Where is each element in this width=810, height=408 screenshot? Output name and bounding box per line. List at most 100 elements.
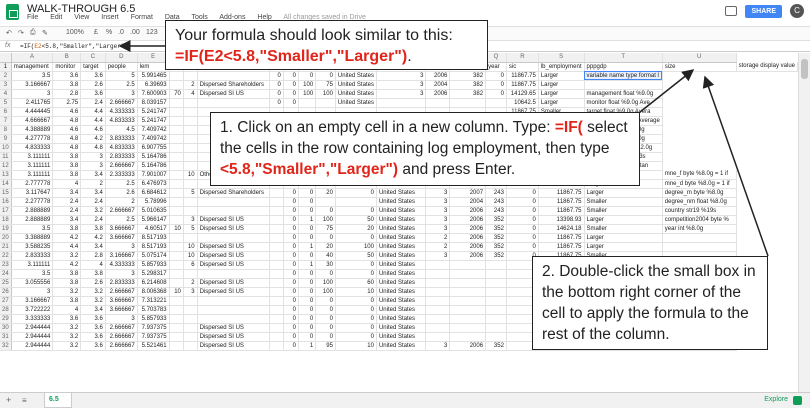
table-cell[interactable] — [197, 296, 270, 306]
table-cell[interactable]: 3 — [425, 197, 451, 207]
table-cell[interactable] — [197, 206, 270, 216]
table-cell[interactable] — [485, 98, 507, 108]
table-cell[interactable]: 352 — [485, 242, 507, 252]
table-cell[interactable]: 2.6 — [80, 278, 106, 288]
table-cell[interactable]: 2.4 — [80, 215, 106, 225]
selected-cell[interactable]: variable name type format l — [584, 71, 663, 81]
table-cell[interactable]: 6.39693 — [137, 80, 170, 90]
table-cell[interactable]: Smaller — [584, 197, 663, 207]
table-cell[interactable] — [449, 332, 487, 342]
table-cell[interactable] — [269, 233, 284, 243]
table-cell[interactable]: 0 — [315, 71, 336, 81]
redo-icon[interactable]: ↷ — [18, 29, 24, 37]
table-cell[interactable] — [183, 206, 198, 216]
scrollbar-thumb[interactable] — [801, 59, 808, 79]
table-cell[interactable] — [584, 80, 663, 90]
header-cell[interactable]: sic — [506, 62, 539, 72]
table-cell[interactable]: 3.8 — [80, 224, 106, 234]
table-cell[interactable]: 10 — [335, 341, 377, 351]
table-cell[interactable] — [269, 251, 284, 261]
table-cell[interactable] — [269, 269, 284, 279]
table-cell[interactable] — [425, 98, 451, 108]
table-cell[interactable]: 3 — [11, 287, 54, 297]
sheet-tab-6-5[interactable]: 6.5 — [44, 393, 72, 408]
table-cell[interactable]: 4.277778 — [11, 134, 54, 144]
table-cell[interactable]: 0 — [335, 260, 377, 270]
header-cell[interactable]: monitor — [52, 62, 82, 72]
row-header[interactable]: 15 — [0, 188, 12, 198]
table-cell[interactable]: 5.075174 — [137, 251, 170, 261]
table-cell[interactable]: 0 — [298, 224, 317, 234]
table-cell[interactable]: 5.010635 — [137, 206, 170, 216]
table-cell[interactable]: 2006 — [425, 71, 451, 81]
table-cell[interactable]: 2.4 — [80, 197, 106, 207]
row-header[interactable]: 30 — [0, 323, 12, 333]
table-cell[interactable] — [485, 269, 507, 279]
column-header[interactable]: B — [52, 53, 82, 63]
table-cell[interactable]: United States — [335, 80, 377, 90]
table-cell[interactable]: 3.666667 — [105, 305, 138, 315]
table-cell[interactable]: 3.8 — [52, 80, 82, 90]
table-cell[interactable]: management float %9.0g — [584, 89, 663, 99]
table-cell[interactable]: 243 — [485, 206, 507, 216]
table-cell[interactable] — [169, 323, 184, 333]
table-cell[interactable]: 382 — [449, 80, 487, 90]
row-header[interactable]: 32 — [0, 341, 12, 351]
table-cell[interactable] — [169, 71, 184, 81]
table-cell[interactable]: 11867.75 — [538, 188, 585, 198]
row-header[interactable]: 13 — [0, 170, 12, 180]
table-cell[interactable]: 3 — [425, 251, 451, 261]
table-cell[interactable]: 3.8 — [52, 269, 82, 279]
table-cell[interactable]: 4.2 — [80, 233, 106, 243]
table-cell[interactable] — [169, 233, 184, 243]
explore-button[interactable]: Explore — [764, 396, 788, 403]
table-cell[interactable]: Larger — [584, 215, 663, 225]
table-cell[interactable] — [183, 305, 198, 315]
table-cell[interactable]: 14624.18 — [538, 224, 585, 234]
table-cell[interactable]: United States — [376, 296, 427, 306]
table-cell[interactable]: 8.039157 — [137, 98, 170, 108]
table-cell[interactable]: 0 — [335, 269, 377, 279]
table-cell[interactable]: 3.2 — [52, 287, 82, 297]
table-cell[interactable]: 100 — [298, 80, 317, 90]
table-cell[interactable] — [169, 107, 184, 117]
table-cell[interactable]: 95 — [315, 341, 336, 351]
table-cell[interactable] — [425, 269, 451, 279]
table-cell[interactable]: 2.5 — [105, 80, 138, 90]
table-cell[interactable]: 0 — [298, 233, 317, 243]
table-cell[interactable]: 0 — [315, 332, 336, 342]
table-cell[interactable]: 7.937375 — [137, 323, 170, 333]
table-cell[interactable]: 0 — [298, 305, 317, 315]
table-cell[interactable] — [183, 116, 198, 126]
table-cell[interactable]: 3.6 — [80, 89, 106, 99]
table-cell[interactable] — [169, 125, 184, 135]
table-cell[interactable]: Larger — [538, 89, 585, 99]
table-cell[interactable]: 100 — [315, 278, 336, 288]
table-cell[interactable]: 2.944444 — [11, 323, 54, 333]
table-cell[interactable]: United States — [376, 305, 427, 315]
table-cell[interactable] — [662, 233, 737, 243]
table-cell[interactable]: 3 — [105, 269, 138, 279]
table-cell[interactable] — [449, 305, 487, 315]
table-cell[interactable]: 4 — [183, 89, 198, 99]
table-cell[interactable]: United States — [376, 197, 427, 207]
table-cell[interactable]: 3.6 — [52, 314, 82, 324]
table-cell[interactable]: 3 — [425, 341, 451, 351]
header-cell[interactable]: storage display value — [736, 62, 798, 72]
table-cell[interactable]: 0 — [298, 269, 317, 279]
table-cell[interactable] — [169, 188, 184, 198]
table-cell[interactable]: 0 — [283, 287, 299, 297]
table-cell[interactable]: 4.4 — [80, 107, 106, 117]
table-cell[interactable]: 5.966147 — [137, 215, 170, 225]
table-cell[interactable] — [662, 242, 737, 252]
table-cell[interactable] — [183, 143, 198, 153]
table-cell[interactable]: United States — [335, 89, 377, 99]
menu-edit[interactable]: Edit — [50, 14, 62, 21]
row-header[interactable]: 27 — [0, 296, 12, 306]
table-cell[interactable]: 2.5 — [105, 179, 138, 189]
table-cell[interactable]: United States — [376, 260, 427, 270]
table-cell[interactable]: 0 — [283, 224, 299, 234]
table-cell[interactable] — [425, 287, 451, 297]
table-cell[interactable]: 3.4 — [80, 242, 106, 252]
table-cell[interactable] — [315, 197, 336, 207]
